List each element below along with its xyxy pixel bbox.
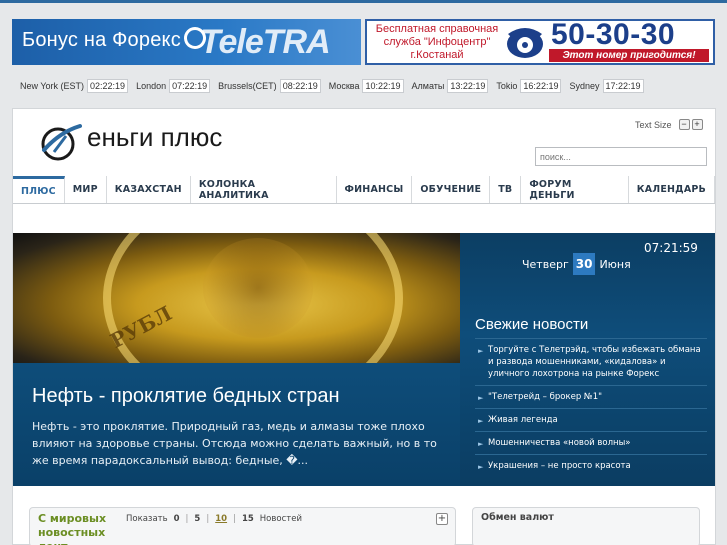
featured-article[interactable]: РУБЛ Нефть - проклятие бедных стран Нефт…	[13, 233, 460, 486]
text-size-label: Text Size	[635, 119, 672, 130]
main-nav: ПЛЮС МИР КАЗАХСТАН КОЛОНКА АНАЛИТИКА ФИН…	[13, 176, 715, 204]
news-item-text: Живая легенда	[488, 415, 558, 425]
nav-item-analyst-column[interactable]: КОЛОНКА АНАЛИТИКА	[191, 176, 337, 203]
text-size-increase-button[interactable]: +	[691, 119, 703, 130]
news-item[interactable]: ► Живая легенда	[475, 408, 707, 431]
clock-almaty: Алматы 13:22:19	[412, 79, 489, 93]
clock-tokio: Tokio 16:22:19	[496, 79, 562, 93]
separator: |	[185, 514, 189, 524]
currency-exchange-title: Обмен валют	[481, 512, 554, 523]
news-item-text: Украшения – не просто красота	[488, 461, 631, 471]
world-news-feed-title: С мировых новостных лент	[38, 512, 107, 545]
top-accent-bar	[0, 0, 727, 3]
clock-time: 13:22:19	[447, 79, 489, 93]
date-month: Июня	[599, 257, 631, 271]
nav-item-calendar[interactable]: КАЛЕНДАРЬ	[629, 176, 715, 203]
fresh-news-list: ► Торгуйте с Телетрэйд, чтобы избежать об…	[475, 338, 707, 477]
fresh-news-heading: Свежие новости	[475, 316, 589, 333]
bullet-icon: ►	[478, 417, 484, 425]
site-logo[interactable]: еньги плюс	[40, 120, 260, 170]
bullet-icon: ►	[478, 347, 484, 355]
ad-line-2: служба "Инфоцентр"	[383, 36, 491, 48]
count-option-5[interactable]: 5	[194, 514, 200, 524]
fresh-news-panel: 07:21:59 Четверг 30 Июня Свежие новости …	[460, 233, 715, 486]
infocenter-phone-number: 50-30-30	[551, 19, 676, 51]
world-news-feed-box: С мировых новостных лент Показать 0 | 5 …	[29, 507, 456, 545]
clock-moscow: Москва 10:22:19	[329, 79, 404, 93]
coin-eagle-emblem	[203, 238, 313, 338]
count-option-10[interactable]: 10	[215, 514, 227, 524]
text-size-decrease-button[interactable]: −	[678, 119, 690, 130]
nav-item-finance[interactable]: ФИНАНСЫ	[337, 176, 413, 203]
clock-time: 07:22:19	[169, 79, 211, 93]
logo-mark-icon	[41, 124, 82, 161]
world-clocks: New York (EST) 02:22:19 London 07:22:19 Br…	[20, 79, 652, 93]
clock-city: Tokio	[496, 81, 518, 91]
clock-city: London	[136, 81, 167, 91]
news-item-text: "Телетрейд – брокер №1"	[488, 392, 603, 402]
nav-item-education[interactable]: ОБУЧЕНИЕ	[412, 176, 491, 203]
clock-time: 08:22:19	[279, 79, 321, 93]
infocenter-ad-text: Бесплатная справочная служба "Инфоцентр"…	[373, 23, 501, 62]
clock-city: Москва	[328, 81, 360, 91]
expand-icon[interactable]: +	[436, 513, 448, 525]
main-container: еньги плюс Text Size − + ПЛЮС МИР КАЗАХС…	[12, 108, 716, 545]
nav-item-tv[interactable]: ТВ	[490, 176, 522, 203]
clock-time: 16:22:19	[520, 79, 562, 93]
clock-brussels: Brussels(CET) 08:22:19	[218, 79, 321, 93]
bullet-icon: ►	[478, 463, 484, 471]
current-time: 07:21:59	[644, 241, 698, 255]
text-size-control: Text Size − +	[635, 119, 703, 130]
separator: |	[233, 514, 236, 524]
news-item[interactable]: ► Мошенничества «новой волны»	[475, 431, 707, 454]
ad-line-1: Бесплатная справочная	[375, 23, 499, 35]
bullet-icon: ►	[478, 394, 484, 402]
news-item-text: Торгуйте с Телетрэйд, чтобы избежать обм…	[488, 345, 701, 379]
show-label: Показать	[126, 514, 168, 524]
ad-line-3: г.Костанай	[410, 49, 464, 61]
featured-article-excerpt: Нефть - это проклятие. Природный газ, ме…	[32, 420, 437, 467]
clock-city: Sydney	[569, 81, 600, 91]
current-date: Четверг 30 Июня	[522, 253, 631, 275]
separator: |	[206, 514, 210, 524]
infocenter-banner[interactable]: Бесплатная справочная служба "Инфоцентр"…	[365, 19, 715, 65]
clock-london: London 07:22:19	[136, 79, 211, 93]
banner-left-brand: TeleTRA	[200, 23, 331, 61]
bullet-icon: ►	[478, 440, 484, 448]
clock-city: New York (EST)	[20, 81, 85, 91]
date-weekday: Четверг	[522, 257, 569, 271]
clock-city: Алматы	[411, 81, 445, 91]
search-input[interactable]	[535, 147, 707, 166]
count-option-0[interactable]: 0	[174, 514, 180, 524]
forex-bonus-banner[interactable]: Бонус на Форекс TeleTRA	[12, 19, 361, 65]
news-count-selector: Показать 0 | 5 | 10 | 15 Новостей	[126, 514, 302, 524]
nav-item-kazakhstan[interactable]: КАЗАХСТАН	[107, 176, 191, 203]
clock-city: Brussels(CET)	[218, 81, 277, 91]
clock-sydney: Sydney 17:22:19	[569, 79, 644, 93]
currency-exchange-box: Обмен валют	[472, 507, 700, 545]
clock-time: 17:22:19	[602, 79, 644, 93]
telephone-icon	[507, 28, 543, 58]
news-item[interactable]: ► Украшения – не просто красота	[475, 454, 707, 477]
infocenter-slogan: Этот номер пригодится!	[549, 49, 709, 62]
nav-item-forum[interactable]: ФОРУМ ДЕНЬГИ	[521, 176, 629, 203]
date-day: 30	[572, 253, 596, 275]
featured-article-title[interactable]: Нефть - проклятие бедных стран	[32, 385, 340, 408]
news-item-text: Мошенничества «новой волны»	[488, 438, 631, 448]
news-item[interactable]: ► "Телетрейд – брокер №1"	[475, 385, 707, 408]
banner-left-text: Бонус на Форекс	[22, 29, 181, 51]
news-item[interactable]: ► Торгуйте с Телетрэйд, чтобы избежать об…	[475, 338, 707, 385]
count-option-15[interactable]: 15	[242, 514, 254, 524]
logo-wordmark: еньги плюс	[87, 122, 223, 152]
news-suffix-label: Новостей	[259, 514, 302, 524]
clock-time: 10:22:19	[362, 79, 404, 93]
clock-new-york: New York (EST) 02:22:19	[20, 79, 129, 93]
clock-time: 02:22:19	[87, 79, 129, 93]
featured-article-photo: РУБЛ	[13, 233, 460, 413]
nav-item-plus[interactable]: ПЛЮС	[13, 176, 65, 203]
nav-item-world[interactable]: МИР	[65, 176, 107, 203]
